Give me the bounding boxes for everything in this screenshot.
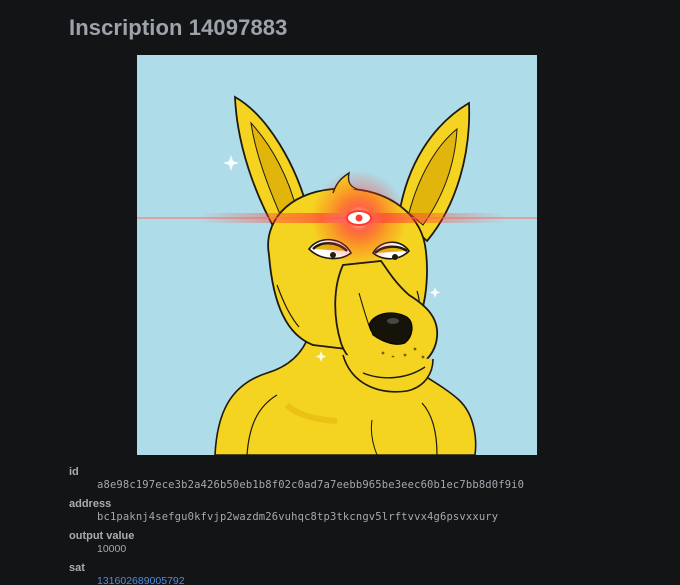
sat-value-container: 131602689005792 xyxy=(97,575,669,585)
address-label: address xyxy=(69,498,112,510)
sat-label: sat xyxy=(69,562,85,574)
address-value: bc1paknj4sefgu0kfvjp2wazdm26vuhqc8tp3tkc… xyxy=(97,511,499,523)
inscription-image[interactable] xyxy=(137,55,537,455)
page-title: Inscription 14097883 xyxy=(69,15,288,40)
kangaroo-portrait-image xyxy=(137,55,537,455)
id-label: id xyxy=(69,466,79,478)
output-value-value: 10000 xyxy=(97,543,127,555)
id-value: a8e98c197ece3b2a426b50eb1b8f02c0ad7a7eeb… xyxy=(97,479,525,491)
sat-link[interactable]: 131602689005792 xyxy=(97,575,185,585)
inscription-details: id a8e98c197ece3b2a426b50eb1b8f02c0ad7a7… xyxy=(69,465,669,585)
output-value-label: output value xyxy=(69,530,135,542)
